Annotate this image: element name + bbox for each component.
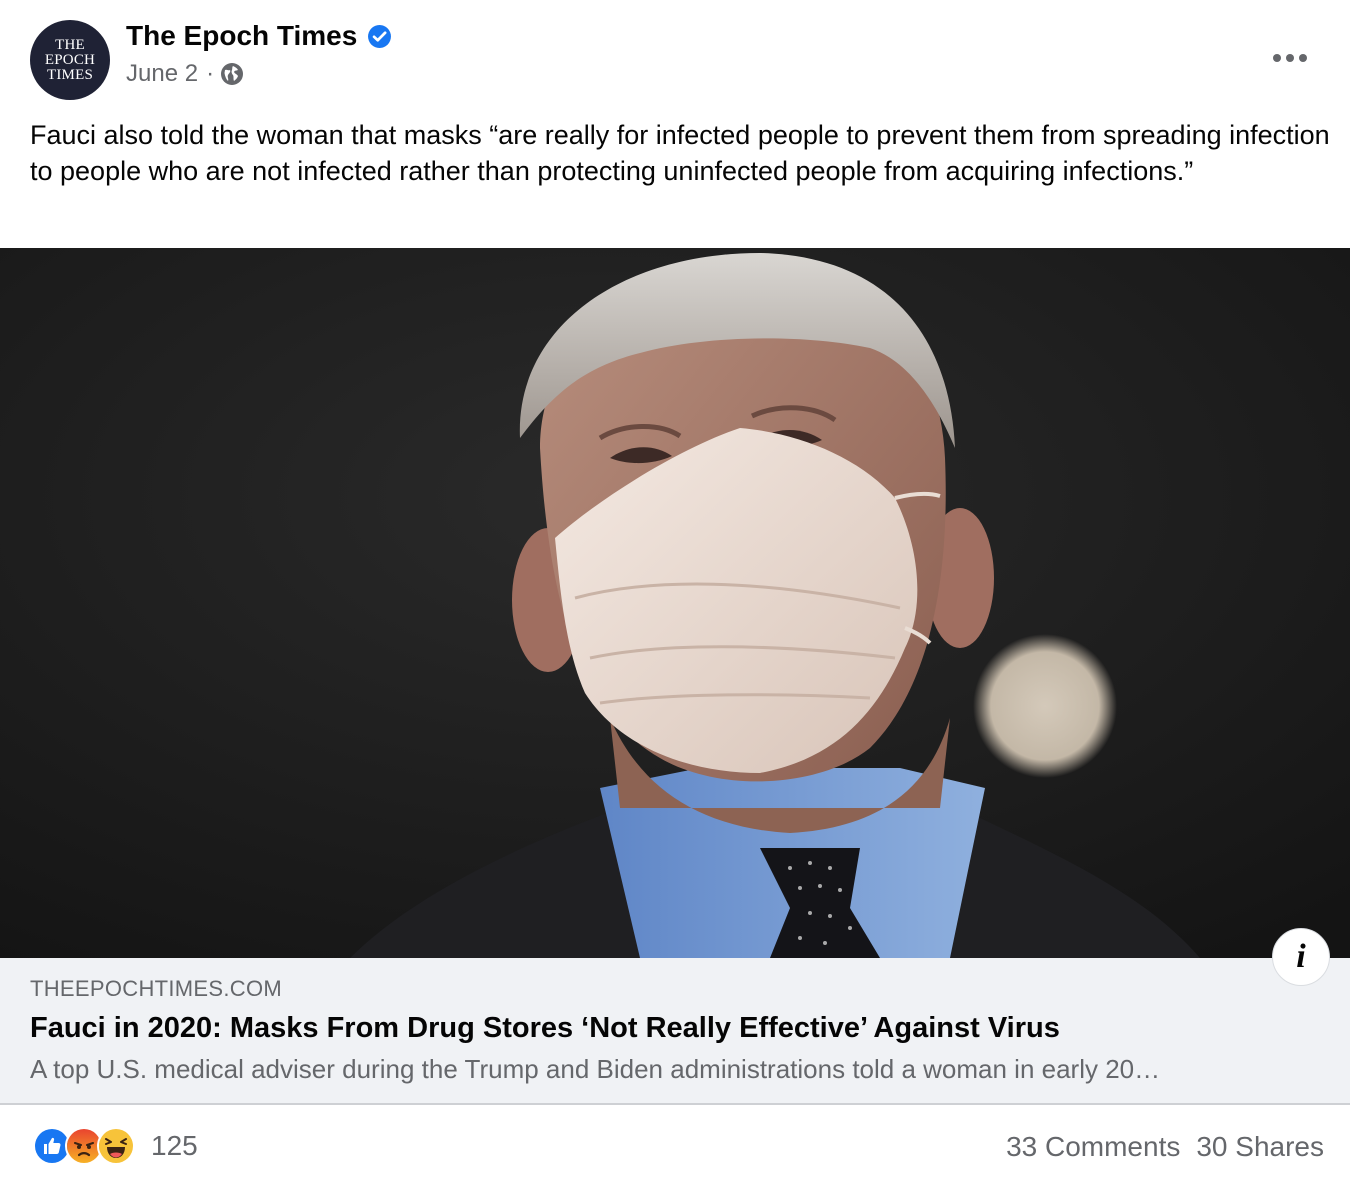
page-avatar[interactable]: THE EPOCH TIMES: [30, 20, 110, 100]
link-domain: THEEPOCHTIMES.COM: [30, 976, 282, 1001]
link-headline[interactable]: Fauci in 2020: Masks From Drug Stores ‘N…: [30, 1012, 1320, 1045]
link-description: A top U.S. medical adviser during the Tr…: [30, 1054, 1161, 1084]
verified-badge-icon: [367, 24, 392, 49]
post-meta: June 2 ·: [126, 60, 244, 88]
page-name-link[interactable]: The Epoch Times: [126, 20, 357, 52]
reaction-count: 125: [151, 1130, 198, 1161]
post-date[interactable]: June 2: [126, 60, 198, 88]
post-header: THE EPOCH TIMES The Epoch Times June 2 ·: [0, 0, 1350, 115]
haha-reaction-icon: [97, 1127, 135, 1165]
shares-count[interactable]: 30 Shares: [1196, 1131, 1324, 1163]
reaction-summary[interactable]: 125: [33, 1127, 198, 1165]
more-options-icon[interactable]: [1260, 40, 1320, 76]
avatar-line-3: TIMES: [47, 66, 93, 83]
post-caption: Fauci also told the woman that masks “ar…: [30, 120, 1330, 186]
comments-count[interactable]: 33 Comments: [1006, 1131, 1180, 1163]
info-icon[interactable]: i: [1272, 928, 1330, 986]
link-preview-image[interactable]: [0, 248, 1350, 958]
post-footer: 125 33 Comments 30 Shares: [0, 1105, 1350, 1186]
globe-icon[interactable]: [220, 62, 244, 86]
page-name-row: The Epoch Times: [126, 20, 392, 52]
facebook-post: THE EPOCH TIMES The Epoch Times June 2 ·: [0, 0, 1350, 1186]
avatar-line-2: EPOCH: [44, 51, 96, 68]
avatar-line-1: THE: [55, 36, 85, 53]
meta-separator: ·: [206, 60, 215, 87]
link-preview-card[interactable]: THEEPOCHTIMES.COM Fauci in 2020: Masks F…: [0, 958, 1350, 1105]
engagement-stats: 33 Comments 30 Shares: [1006, 1131, 1324, 1163]
